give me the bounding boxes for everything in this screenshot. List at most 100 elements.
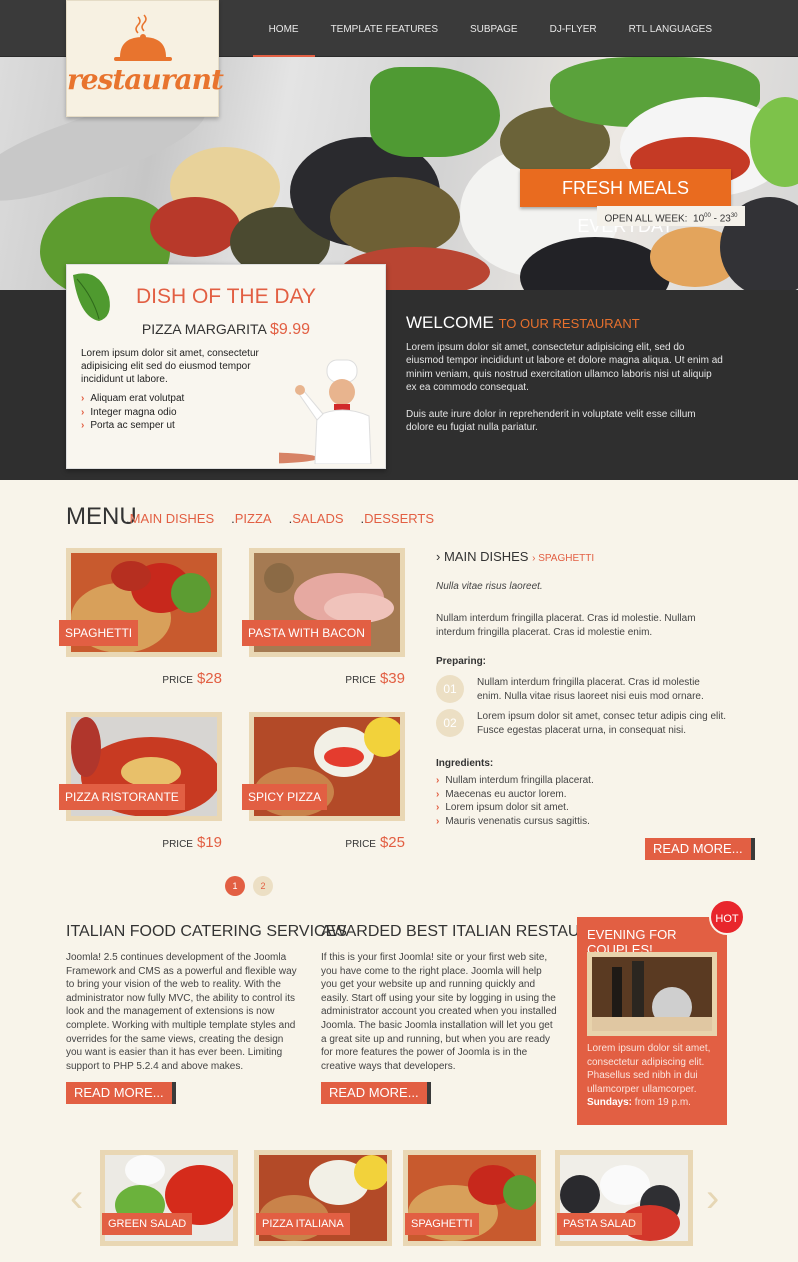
main-dishes-breadcrumb: SPAGHETTI	[532, 553, 594, 564]
ingredient-item: Maecenas eu auctor lorem.	[436, 788, 594, 802]
price-label: PRICE	[345, 839, 376, 850]
hot-badge: HOT	[709, 899, 745, 935]
welcome-paragraph: Duis aute irure dolor in reprehenderit i…	[406, 408, 696, 434]
welcome-title-accent: TO OUR RESTAURANT	[498, 316, 640, 331]
catering-title: ITALIAN FOOD CATERING SERVICES	[66, 923, 347, 940]
menu-item-price: PRICE $25	[249, 834, 405, 851]
carousel-item-tag: PIZZA ITALIANA	[256, 1213, 350, 1235]
menu-item-price: PRICE $28	[66, 670, 222, 687]
step-number: 01	[436, 675, 464, 703]
price-label: PRICE	[162, 839, 193, 850]
price-label: PRICE	[162, 675, 193, 686]
menu-item-tag: SPICY PIZZA	[242, 784, 328, 810]
step-number: 02	[436, 709, 464, 737]
sundays-value: from 19 p.m.	[634, 1097, 691, 1108]
tab-salads[interactable]: SALADS	[289, 511, 343, 526]
logo[interactable]: restaurant	[66, 0, 224, 117]
preparing-label: Preparing:	[436, 656, 487, 667]
dish-name: PIZZA MARGARITA	[141, 321, 267, 337]
sundays-label: Sundays:	[587, 1097, 633, 1108]
opening-hours: OPEN ALL WEEK: 1000 - 2330	[597, 206, 745, 226]
menu-item-tag: SPAGHETTI	[59, 620, 139, 646]
welcome-paragraph: Lorem ipsum dolor sit amet, consectetur …	[406, 342, 723, 394]
welcome-title: WELCOME TO OUR RESTAURANT	[406, 313, 640, 333]
step-text: Lorem ipsum dolor sit amet, consec tetur…	[477, 711, 726, 736]
opening-hours-to-sup: 30	[730, 213, 738, 219]
tab-pizza[interactable]: PIZZA	[231, 511, 272, 526]
dish-features: Aliquam erat volutpat Integer magna odio…	[81, 392, 281, 433]
chef-illustration	[279, 359, 372, 464]
ingredient-item: Mauris venenatis cursus sagittis.	[436, 815, 594, 829]
menu-item-pizza-ristorante[interactable]: PIZZA RISTORANTE	[59, 712, 222, 821]
couples-description: Lorem ipsum dolor sit amet, consectetur …	[587, 1043, 711, 1095]
pagination-page-2[interactable]: 2	[253, 876, 273, 896]
dish-title: DISH OF THE DAY	[135, 285, 317, 308]
main-nav: HOME TEMPLATE FEATURES SUBPAGE DJ-FLYER …	[252, 0, 728, 60]
carousel-item-pizza-italiana[interactable]: PIZZA ITALIANA	[254, 1150, 392, 1246]
read-more-button[interactable]: READ MORE...	[66, 1082, 176, 1104]
ingredient-item: Nullam interdum fringilla placerat.	[436, 774, 593, 788]
menu-item-spicy-pizza[interactable]: SPICY PIZZA	[242, 712, 405, 821]
catering-text: Joomla! 2.5 continues development of the…	[66, 952, 297, 1072]
carousel-item-spaghetti[interactable]: SPAGHETTI	[403, 1150, 541, 1246]
menu-item-price: PRICE $19	[66, 834, 222, 851]
price-value: $28	[196, 670, 222, 687]
read-more-button[interactable]: READ MORE...	[321, 1082, 431, 1104]
step-text: Nullam interdum fringilla placerat. Cras…	[477, 677, 704, 702]
menu-tabs: MAIN DISHES PIZZA SALADS DESSERTS	[126, 511, 451, 526]
carousel-item-pasta-salad[interactable]: PASTA SALAD	[555, 1150, 693, 1246]
menu-item-spaghetti[interactable]: SPAGHETTI	[59, 548, 222, 657]
ingredient-item: Lorem ipsum dolor sit amet.	[436, 801, 594, 815]
couples-image	[587, 952, 717, 1036]
dish-feature: Aliquam erat volutpat	[81, 392, 281, 406]
menu-item-tag: PASTA WITH BACON	[242, 620, 371, 646]
cloche-icon	[114, 14, 172, 61]
price-value: $19	[196, 834, 222, 851]
price-value: $39	[379, 670, 405, 687]
carousel-item-tag: SPAGHETTI	[405, 1213, 479, 1235]
welcome-title-main: WELCOME	[406, 313, 494, 332]
ingredients-label: Ingredients:	[436, 758, 494, 769]
carousel-prev-arrow[interactable]: ‹	[70, 1176, 83, 1220]
dish-feature: Integer magna odio	[81, 406, 281, 420]
ingredients-list: Nullam interdum fringilla placerat. Maec…	[436, 774, 594, 829]
carousel-item-tag: PASTA SALAD	[557, 1213, 642, 1235]
dish-name-price: PIZZA MARGARITA $9.99	[67, 321, 385, 339]
main-dishes-title-text: MAIN DISHES	[436, 549, 528, 564]
nav-dj-flyer[interactable]: DJ-FLYER	[534, 0, 613, 57]
couples-text: Lorem ipsum dolor sit amet, consectetur …	[587, 1042, 719, 1110]
evening-for-couples-box: EVENING FOR COUPLES! Lorem ipsum dolor s…	[577, 917, 727, 1125]
pagination-page-1[interactable]: 1	[225, 876, 245, 896]
opening-hours-sep: -	[710, 213, 720, 225]
main-dishes-intro: Nulla vitae risus laoreet.	[436, 581, 543, 592]
carousel-item-tag: GREEN SALAD	[102, 1213, 193, 1235]
carousel-item-green-salad[interactable]: GREEN SALAD	[100, 1150, 238, 1246]
dish-price: $9.99	[270, 321, 311, 338]
opening-hours-to: 23	[719, 213, 731, 225]
menu-item-tag: PIZZA RISTORANTE	[59, 784, 185, 810]
menu-item-price: PRICE $39	[249, 670, 405, 687]
price-label: PRICE	[345, 675, 376, 686]
nav-subpage[interactable]: SUBPAGE	[454, 0, 534, 57]
menu-item-pasta-with-bacon[interactable]: PASTA WITH BACON	[242, 548, 405, 657]
opening-hours-label: OPEN ALL WEEK:	[604, 213, 688, 225]
welcome-text: Lorem ipsum dolor sit amet, consectetur …	[406, 341, 724, 434]
awarded-text: If this is your first Joomla! site or yo…	[321, 952, 557, 1072]
dish-description: Lorem ipsum dolor sit amet, consectetur …	[81, 348, 259, 385]
logo-text: restaurant	[67, 63, 224, 96]
carousel-next-arrow[interactable]: ›	[706, 1176, 719, 1220]
opening-hours-from-sup: 00	[704, 213, 711, 219]
nav-template-features[interactable]: TEMPLATE FEATURES	[315, 0, 454, 57]
price-value: $25	[379, 834, 405, 851]
nav-rtl-languages[interactable]: RTL LANGUAGES	[613, 0, 728, 57]
fresh-meals-banner: FRESH MEALS EVERYDAY	[520, 169, 731, 236]
nav-home[interactable]: HOME	[252, 0, 315, 60]
tab-main-dishes[interactable]: MAIN DISHES	[126, 511, 215, 526]
main-dishes-description: Nullam interdum fringilla placerat. Cras…	[436, 613, 696, 638]
tab-desserts[interactable]: DESSERTS	[361, 511, 434, 526]
read-more-button[interactable]: READ MORE...	[645, 838, 755, 860]
dish-feature: Porta ac semper ut	[81, 419, 281, 433]
opening-hours-from: 10	[693, 213, 705, 225]
main-dishes-title: MAIN DISHES SPAGHETTI	[436, 549, 594, 564]
dish-of-the-day-card: DISH OF THE DAY PIZZA MARGARITA $9.99 Lo…	[66, 264, 386, 469]
